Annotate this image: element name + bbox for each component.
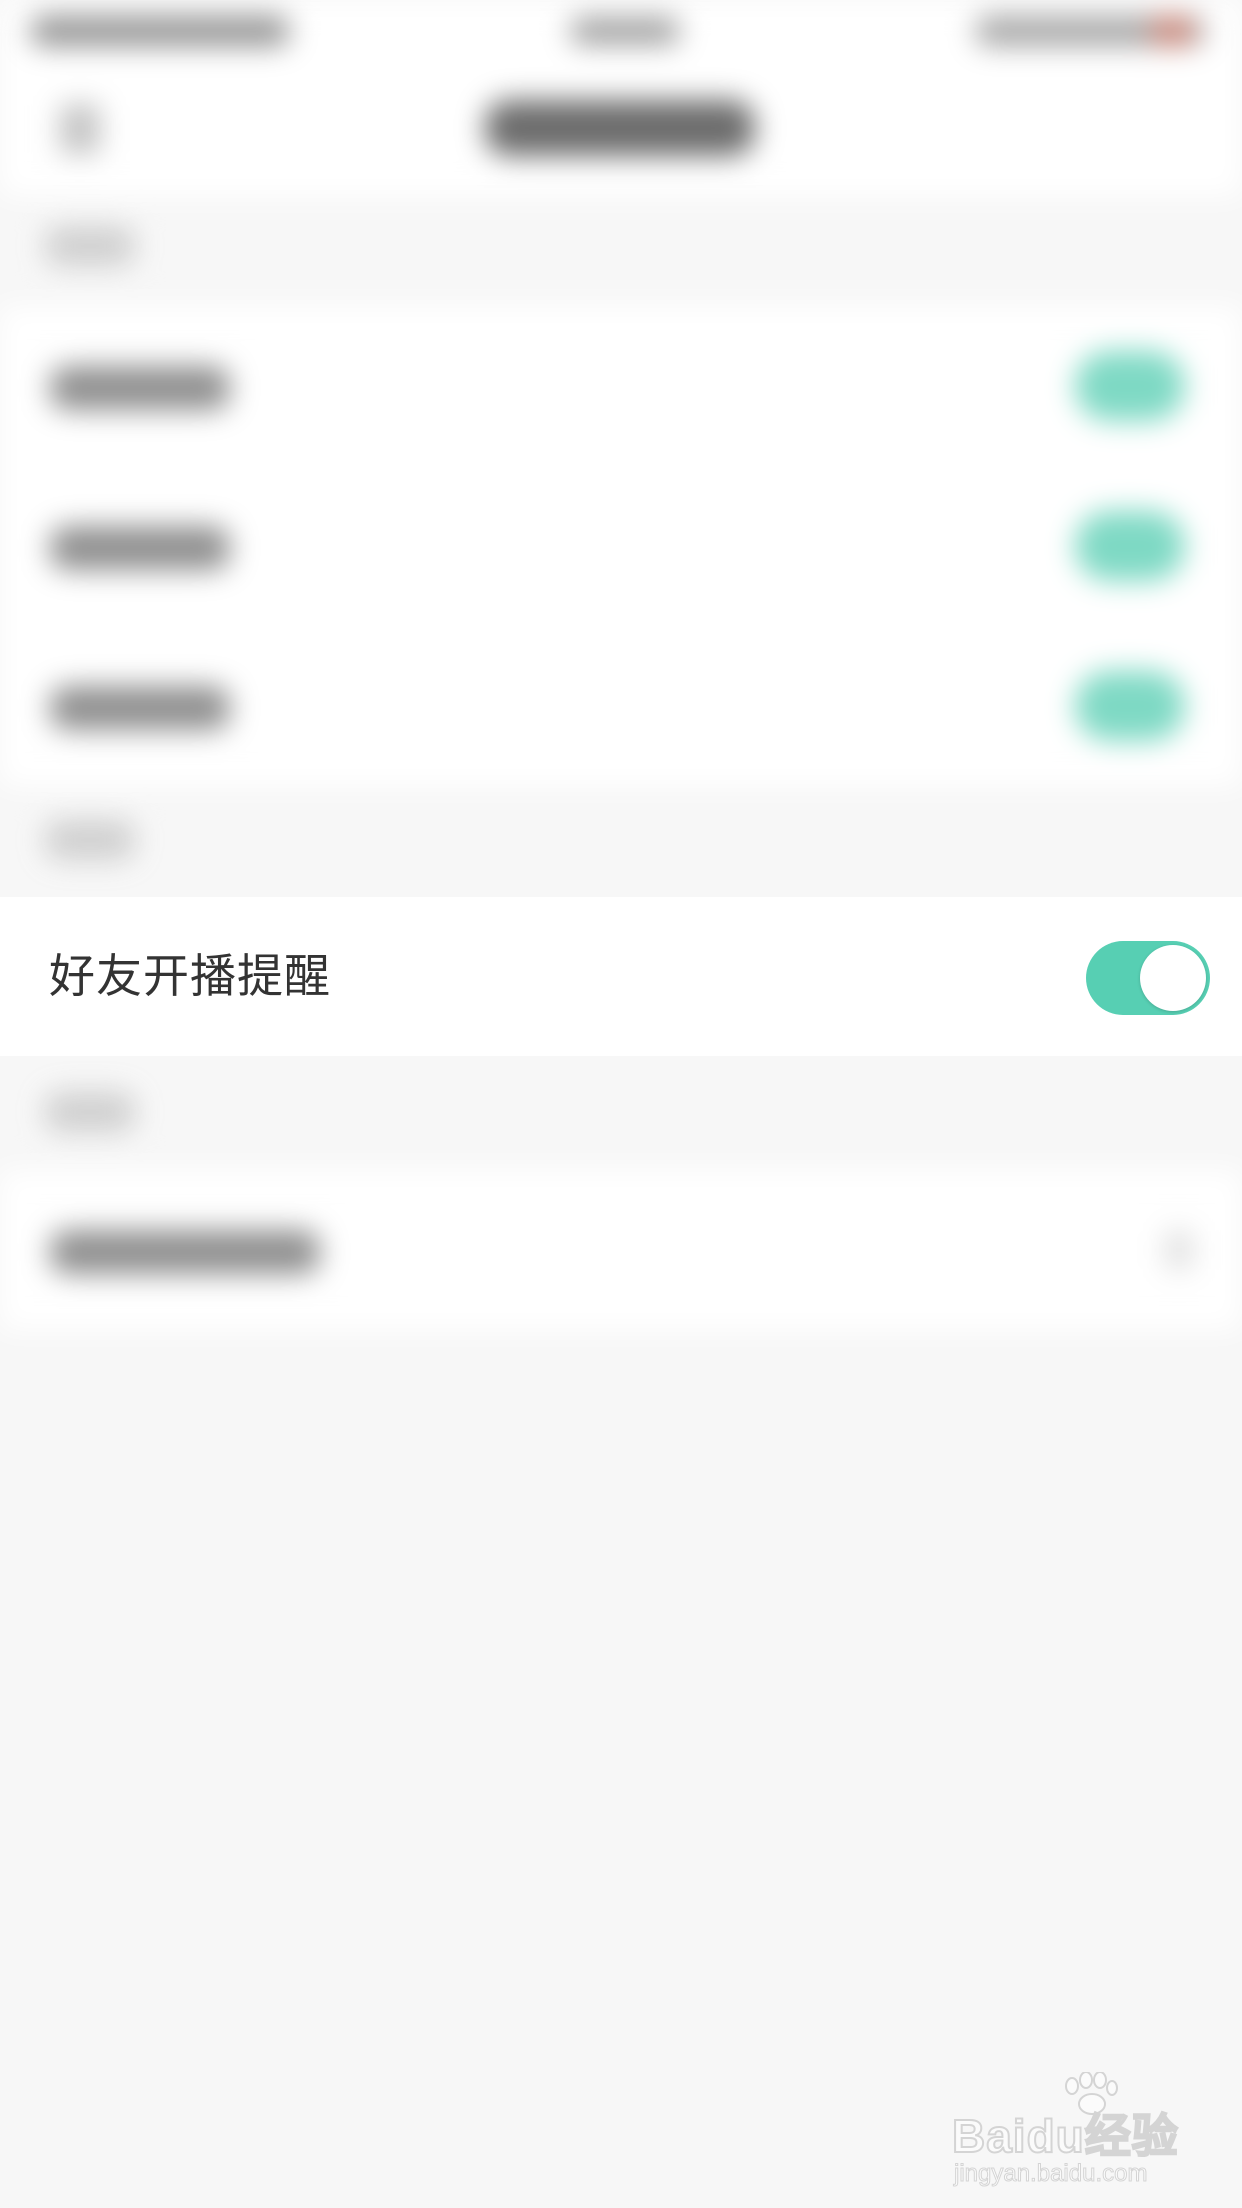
chevron-right-icon — [1165, 1230, 1193, 1270]
toggle-knob — [1140, 945, 1206, 1011]
status-bar-left — [30, 16, 290, 46]
back-icon[interactable] — [60, 104, 100, 154]
status-bar-time — [570, 18, 680, 44]
settings-row-3-toggle[interactable] — [1075, 671, 1185, 741]
settings-row-1[interactable] — [0, 306, 1242, 466]
watermark-sub-text: jingyan.baidu.com — [953, 2160, 1148, 2188]
settings-row-1-toggle[interactable] — [1075, 351, 1185, 421]
battery-icon — [1150, 16, 1194, 46]
baidu-watermark: Baidu经验 jingyan.baidu.com — [950, 2070, 1190, 2190]
settings-row-3[interactable] — [0, 626, 1242, 786]
settings-row-5-label — [50, 1230, 320, 1274]
settings-row-2[interactable] — [0, 466, 1242, 626]
section-header-2 — [45, 820, 135, 860]
status-bar — [0, 0, 1242, 64]
settings-row-5[interactable] — [0, 1170, 1242, 1330]
section-header-3 — [45, 1092, 135, 1132]
blurred-background — [0, 0, 1242, 2208]
settings-row-1-label — [50, 366, 230, 410]
settings-row-2-toggle[interactable] — [1075, 511, 1185, 581]
nav-bar — [0, 64, 1242, 196]
page-title — [485, 100, 755, 156]
section-header-1 — [45, 226, 135, 266]
live-reminder-label: 好友开播提醒 — [49, 949, 331, 1003]
live-reminder-toggle[interactable] — [1086, 941, 1210, 1015]
settings-row-3-label — [50, 686, 230, 730]
settings-row-2-label — [50, 526, 230, 570]
live-reminder-row[interactable]: 好友开播提醒 — [0, 897, 1242, 1056]
watermark-main-text: Baidu经验 — [951, 2109, 1179, 2163]
